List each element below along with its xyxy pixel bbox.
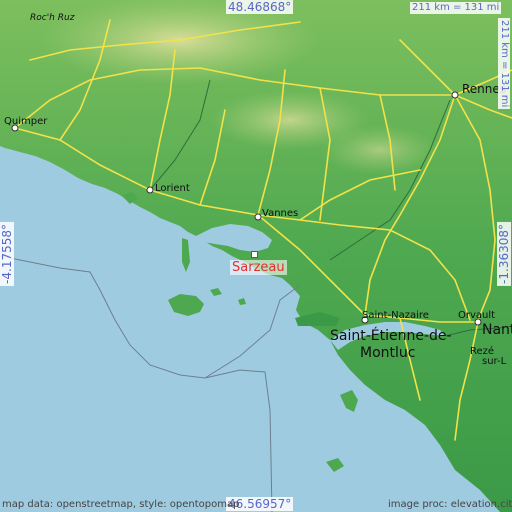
label-quimper: Quimper — [4, 116, 48, 127]
coord-west: -4.17558° — [0, 222, 14, 286]
credit-map-data: map data: openstreetmap, style: opentopo… — [2, 499, 240, 510]
city-dot-vannes — [254, 213, 262, 221]
city-dot-lorient — [146, 186, 154, 194]
credit-image-proc: image proc: elevation.city — [388, 499, 512, 510]
label-surloire: sur-L — [482, 356, 507, 367]
label-highlight-place: Sarzeau — [230, 260, 287, 275]
scale-vertical: 211 km = 131 mi — [498, 18, 510, 110]
coord-east: -1.36308° — [497, 222, 511, 286]
sarzeau-marker — [251, 251, 258, 258]
label-lorient: Lorient — [155, 183, 190, 194]
hill-area-east — [320, 125, 440, 175]
label-montluc: Montluc — [360, 345, 416, 361]
label-nantes: Nant — [482, 322, 512, 338]
label-rochruz: Roc'h Ruz — [30, 13, 75, 23]
label-saint-etienne: Saint-Étienne-de- — [330, 328, 452, 344]
coord-north: 48.46868° — [226, 0, 294, 14]
scale-horizontal: 211 km = 131 mi — [410, 2, 502, 14]
label-orvault: Orvault — [458, 310, 496, 321]
city-dot-rennes — [451, 91, 459, 99]
label-saint-nazaire: Saint-Nazaire — [362, 310, 429, 321]
label-vannes: Vannes — [262, 208, 299, 219]
